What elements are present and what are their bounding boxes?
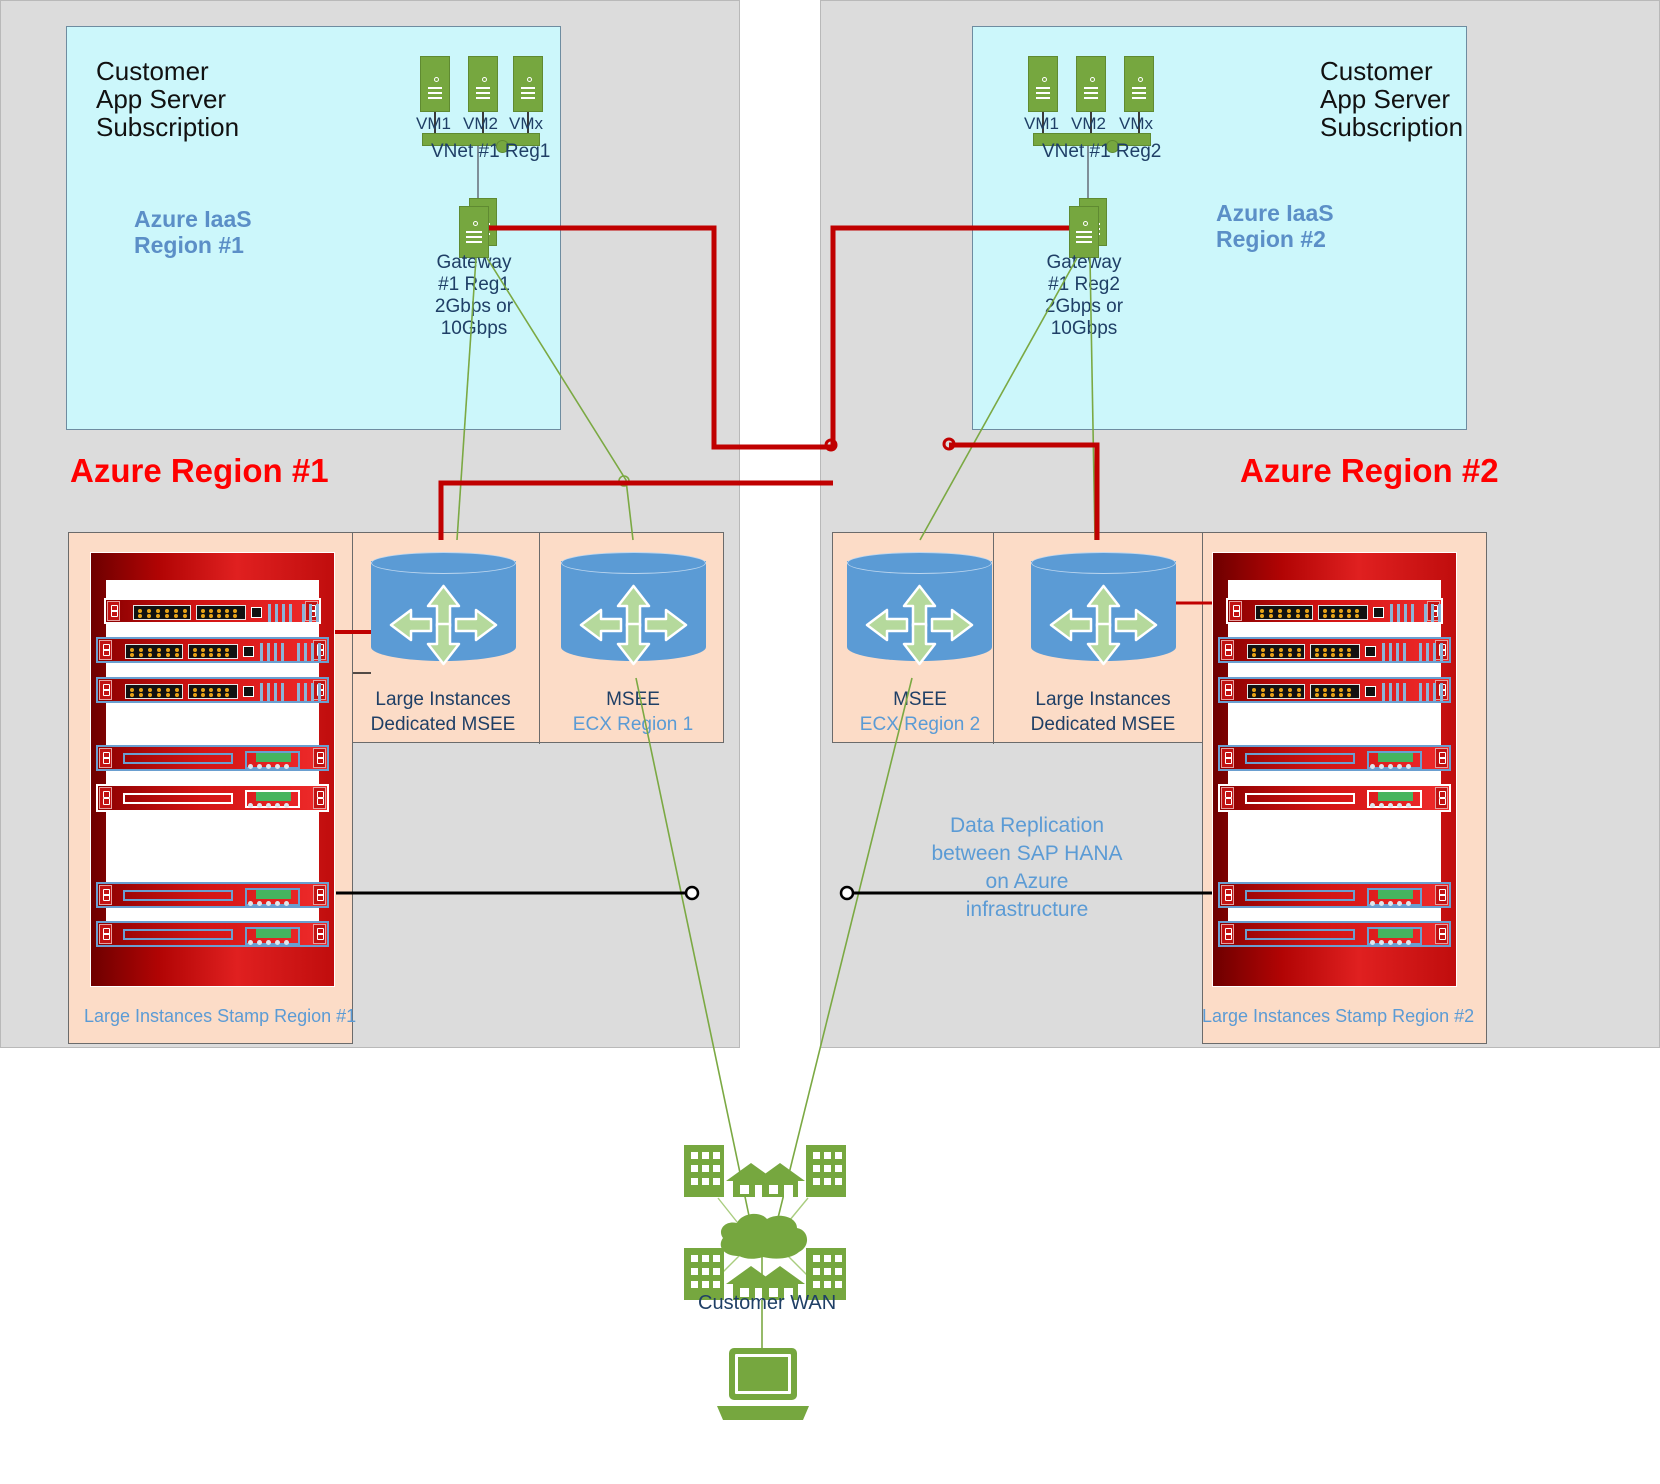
- laptop-icon: [717, 1348, 809, 1420]
- cloud-icon: [720, 1213, 808, 1259]
- house-icon-top-right: [755, 1163, 805, 1197]
- diagram-canvas: Customer App Server Subscription Custome…: [0, 0, 1660, 1484]
- customer-wan-label: Customer WAN: [698, 1292, 837, 1314]
- building-icon-top-left: [684, 1145, 724, 1197]
- building-icon-top-right: [806, 1145, 846, 1197]
